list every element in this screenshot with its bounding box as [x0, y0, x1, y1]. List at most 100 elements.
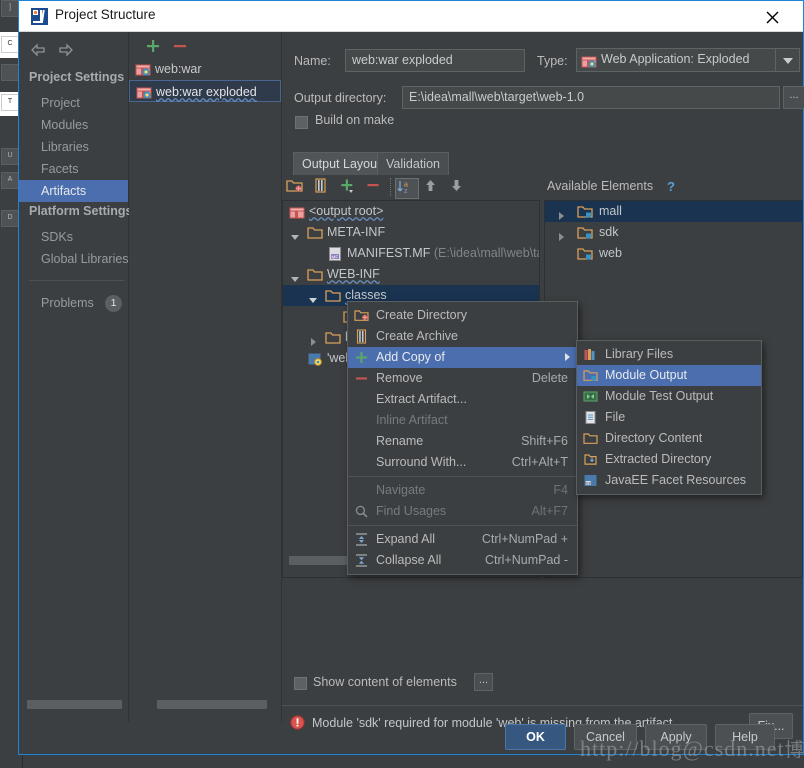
add-icon[interactable] [339, 178, 361, 197]
move-up-icon[interactable] [422, 178, 444, 197]
menu-item-expand-all[interactable]: Expand All Ctrl+NumPad + [348, 529, 577, 550]
folder-icon [307, 225, 323, 241]
remove-icon[interactable] [365, 178, 387, 197]
chevron-down-icon[interactable] [290, 228, 299, 240]
available-row-label: web [599, 246, 622, 260]
create-directory-icon [354, 308, 369, 323]
sidebar-item-libraries[interactable]: Libraries [19, 136, 128, 158]
chevron-down-icon[interactable] [308, 291, 317, 303]
menu-item-create-archive[interactable]: Create Archive [348, 326, 577, 347]
extracted-directory-icon [583, 452, 598, 467]
arrow-left-icon[interactable] [29, 42, 51, 62]
submenu-item-directory-content[interactable]: Directory Content [577, 428, 761, 449]
available-row-web[interactable]: web [545, 243, 802, 264]
menu-item-shortcut: Ctrl+NumPad + [481, 532, 568, 546]
facet-icon [307, 351, 323, 367]
menu-item-label: Collapse All [376, 553, 442, 567]
build-on-make-checkbox[interactable] [295, 116, 308, 129]
tree-row-meta-inf[interactable]: META-INF [283, 222, 539, 243]
menu-item-label: Extract Artifact... [376, 392, 467, 406]
tree-row-path: (E:\idea\mall\web\ta [433, 246, 540, 260]
sidebar-hscrollbar[interactable] [27, 700, 122, 709]
submenu-item-library-files[interactable]: Library Files [577, 344, 761, 365]
menu-item-extract-artifact[interactable]: Extract Artifact... [348, 389, 577, 410]
tree-row-manifest-mf[interactable]: MF MANIFEST.MF (E:\idea\mall\web\ta [283, 243, 539, 264]
tree-row-label: <output root> [309, 204, 384, 218]
submenu-item-module-output[interactable]: Module Output [577, 365, 761, 386]
chevron-down-icon[interactable] [775, 49, 799, 71]
minus-icon[interactable] [172, 38, 192, 56]
sidebar-item-label: Libraries [41, 140, 89, 154]
show-content-options-button[interactable]: ... [474, 673, 493, 691]
chevron-right-icon[interactable] [556, 228, 565, 241]
arrow-right-icon[interactable] [57, 42, 79, 62]
available-row-mall[interactable]: mall [545, 201, 802, 222]
search-icon [354, 504, 369, 519]
move-down-icon[interactable] [448, 178, 470, 197]
ok-button[interactable]: OK [505, 724, 566, 750]
ide-strip-tab-3[interactable] [1, 64, 19, 81]
ide-strip-tab-0[interactable]: ] [1, 0, 19, 17]
sidebar-group-project-settings: Project Settings [29, 70, 125, 84]
submenu-item-label: Module Output [605, 368, 687, 382]
sidebar-item-global-libraries[interactable]: Global Libraries [19, 248, 129, 270]
available-row-sdk[interactable]: sdk [545, 222, 802, 243]
create-directory-icon[interactable] [286, 178, 308, 197]
ide-strip-tab-5[interactable]: T [1, 94, 19, 111]
create-archive-icon[interactable] [312, 178, 334, 197]
browse-output-directory-button[interactable]: ... [783, 86, 804, 109]
sidebar-item-modules[interactable]: Modules [19, 114, 128, 136]
output-directory-input[interactable]: E:\idea\mall\web\target\web-1.0 [402, 86, 780, 109]
plus-icon[interactable] [145, 38, 165, 56]
tab-output-layout[interactable]: Output Layout [293, 152, 390, 175]
sidebar-item-artifacts[interactable]: Artifacts [19, 180, 128, 202]
svg-text:z: z [404, 188, 408, 195]
ide-strip-tab-6[interactable]: U [1, 148, 19, 165]
type-combo[interactable]: Web Application: Exploded [576, 48, 800, 72]
chevron-down-icon[interactable] [290, 270, 299, 282]
ide-strip-tab-8[interactable]: D [1, 210, 19, 227]
menu-item-collapse-all[interactable]: Collapse All Ctrl+NumPad - [348, 550, 577, 571]
sidebar-item-facets[interactable]: Facets [19, 158, 128, 180]
artifact-item-web-war[interactable]: web:war [129, 58, 281, 80]
library-icon [583, 347, 598, 362]
ide-strip-tab-2[interactable]: C [1, 36, 19, 53]
close-icon[interactable] [751, 1, 795, 31]
minus-icon [354, 371, 369, 386]
submenu-item-module-test-output[interactable]: Module Test Output [577, 386, 761, 407]
menu-item-label: Inline Artifact [376, 413, 448, 427]
artifact-item-web-war-exploded[interactable]: web:war exploded [129, 80, 281, 102]
submenu-item-file[interactable]: File [577, 407, 761, 428]
module-test-output-icon [583, 389, 598, 404]
menu-item-rename[interactable]: Rename Shift+F6 [348, 431, 577, 452]
tab-validation[interactable]: Validation [377, 152, 449, 175]
menu-item-create-directory[interactable]: Create Directory [348, 305, 577, 326]
artifact-icon [581, 53, 597, 69]
watermark: http://blog@csdn.net博客 [580, 735, 804, 762]
submenu-item-extracted-directory[interactable]: Extracted Directory [577, 449, 761, 470]
submenu-item-javaee-facet-resources[interactable]: EE JavaEE Facet Resources [577, 470, 761, 491]
chevron-right-icon [565, 353, 570, 361]
menu-item-inline-artifact: Inline Artifact [348, 410, 577, 431]
menu-item-label: Add Copy of [376, 350, 445, 364]
tree-row-output-root[interactable]: <output root> [283, 201, 539, 222]
help-icon[interactable]: ? [667, 179, 675, 194]
name-input[interactable]: web:war exploded [345, 49, 525, 72]
menu-item-surround-with[interactable]: Surround With... Ctrl+Alt+T [348, 452, 577, 473]
tree-row-label: WEB-INF [327, 267, 380, 281]
menu-item-add-copy-of[interactable]: Add Copy of [348, 347, 577, 368]
artifacts-hscrollbar[interactable] [157, 700, 267, 709]
menu-separator [348, 525, 577, 526]
sidebar-item-project[interactable]: Project [19, 92, 128, 114]
sidebar-item-sdks[interactable]: SDKs [19, 226, 128, 248]
menu-item-remove[interactable]: Remove Delete [348, 368, 577, 389]
ide-strip-tab-7[interactable]: A [1, 172, 19, 189]
module-icon [577, 246, 593, 262]
artifact-item-label: web:war exploded [156, 85, 257, 99]
sort-az-icon[interactable]: a z [395, 178, 419, 199]
chevron-right-icon[interactable] [556, 207, 565, 220]
show-content-checkbox[interactable] [294, 677, 307, 690]
tree-row-web-inf[interactable]: WEB-INF [283, 264, 539, 285]
sidebar-divider [29, 280, 124, 281]
chevron-right-icon[interactable] [308, 333, 317, 346]
